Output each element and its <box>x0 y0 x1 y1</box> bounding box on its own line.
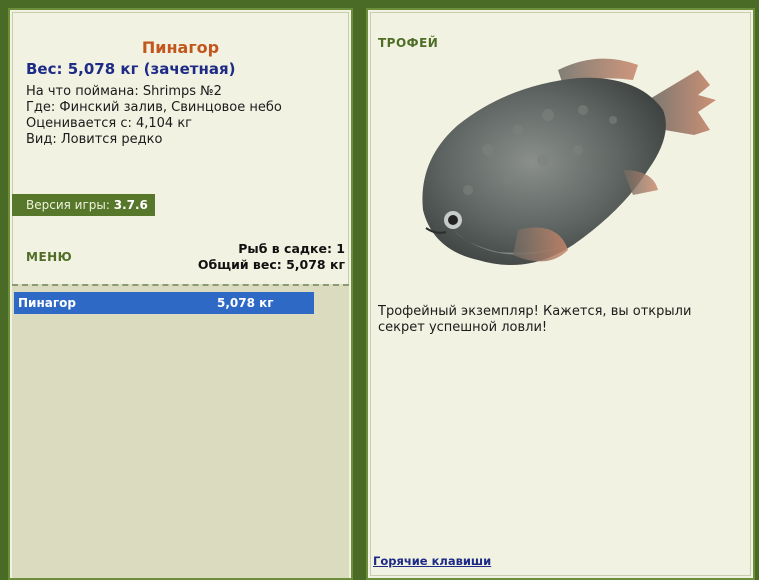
keepnet-row-name: Пинагор <box>18 296 76 310</box>
keepnet-row[interactable]: Пинагор 5,078 кг <box>14 292 314 314</box>
trophy-panel: ТРОФЕЙ Трофейный экземпляр! Кажется, вы … <box>366 8 755 580</box>
fish-image <box>422 58 716 265</box>
fish-kind-info: Вид: Ловится редко <box>26 132 163 147</box>
game-version-bar: Версия игры: 3.7.6 <box>12 194 155 216</box>
menu-button[interactable]: МЕНЮ <box>26 250 72 264</box>
trophy-message: Трофейный экземпляр! Кажется, вы открыли… <box>378 304 692 335</box>
valued-from-info: Оценивается с: 4,104 кг <box>26 116 193 131</box>
bait-info: На что поймана: Shrimps №2 <box>26 84 222 99</box>
fish-weight-line: Вес: 5,078 кг (зачетная) <box>26 60 236 78</box>
catch-info-panel: Пинагор Вес: 5,078 кг (зачетная) На что … <box>8 8 353 580</box>
keepnet-row-weight: 5,078 кг <box>217 296 274 310</box>
total-weight: Общий вес: 5,078 кг <box>197 257 345 272</box>
hotkeys-link[interactable]: Горячие клавиши <box>373 554 491 568</box>
version-label: Версия игры: <box>26 198 110 212</box>
version-value: 3.7.6 <box>113 198 148 212</box>
keepnet-list: Пинагор 5,078 кг <box>12 284 349 578</box>
keepnet-stats: Рыб в садке: 1 Общий вес: 5,078 кг <box>198 241 345 273</box>
fish-count: Рыб в садке: 1 <box>238 241 345 256</box>
location-info: Где: Финский залив, Свинцовое небо <box>26 100 282 115</box>
fish-name-title: Пинагор <box>141 38 220 57</box>
